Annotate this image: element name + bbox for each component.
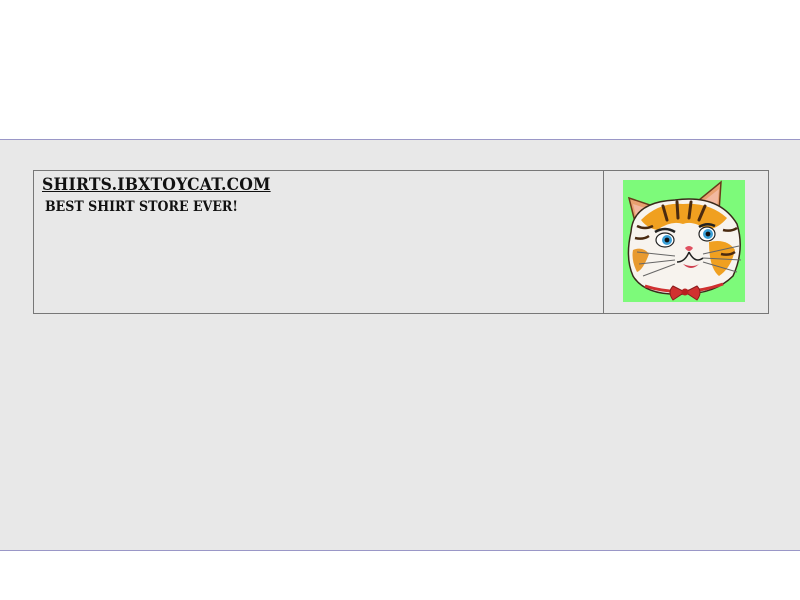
site-tagline: BEST SHIRT STORE EVER! bbox=[45, 199, 238, 215]
site-header: SHIRTS.IBXTOYCAT.COM BEST SHIRT STORE EV… bbox=[33, 170, 769, 314]
header-title-cell: SHIRTS.IBXTOYCAT.COM BEST SHIRT STORE EV… bbox=[34, 171, 604, 313]
site-title-link[interactable]: SHIRTS.IBXTOYCAT.COM bbox=[42, 175, 271, 195]
content-band: SHIRTS.IBXTOYCAT.COM BEST SHIRT STORE EV… bbox=[0, 139, 800, 551]
cat-logo-icon bbox=[623, 180, 745, 302]
header-image-cell bbox=[604, 171, 768, 313]
